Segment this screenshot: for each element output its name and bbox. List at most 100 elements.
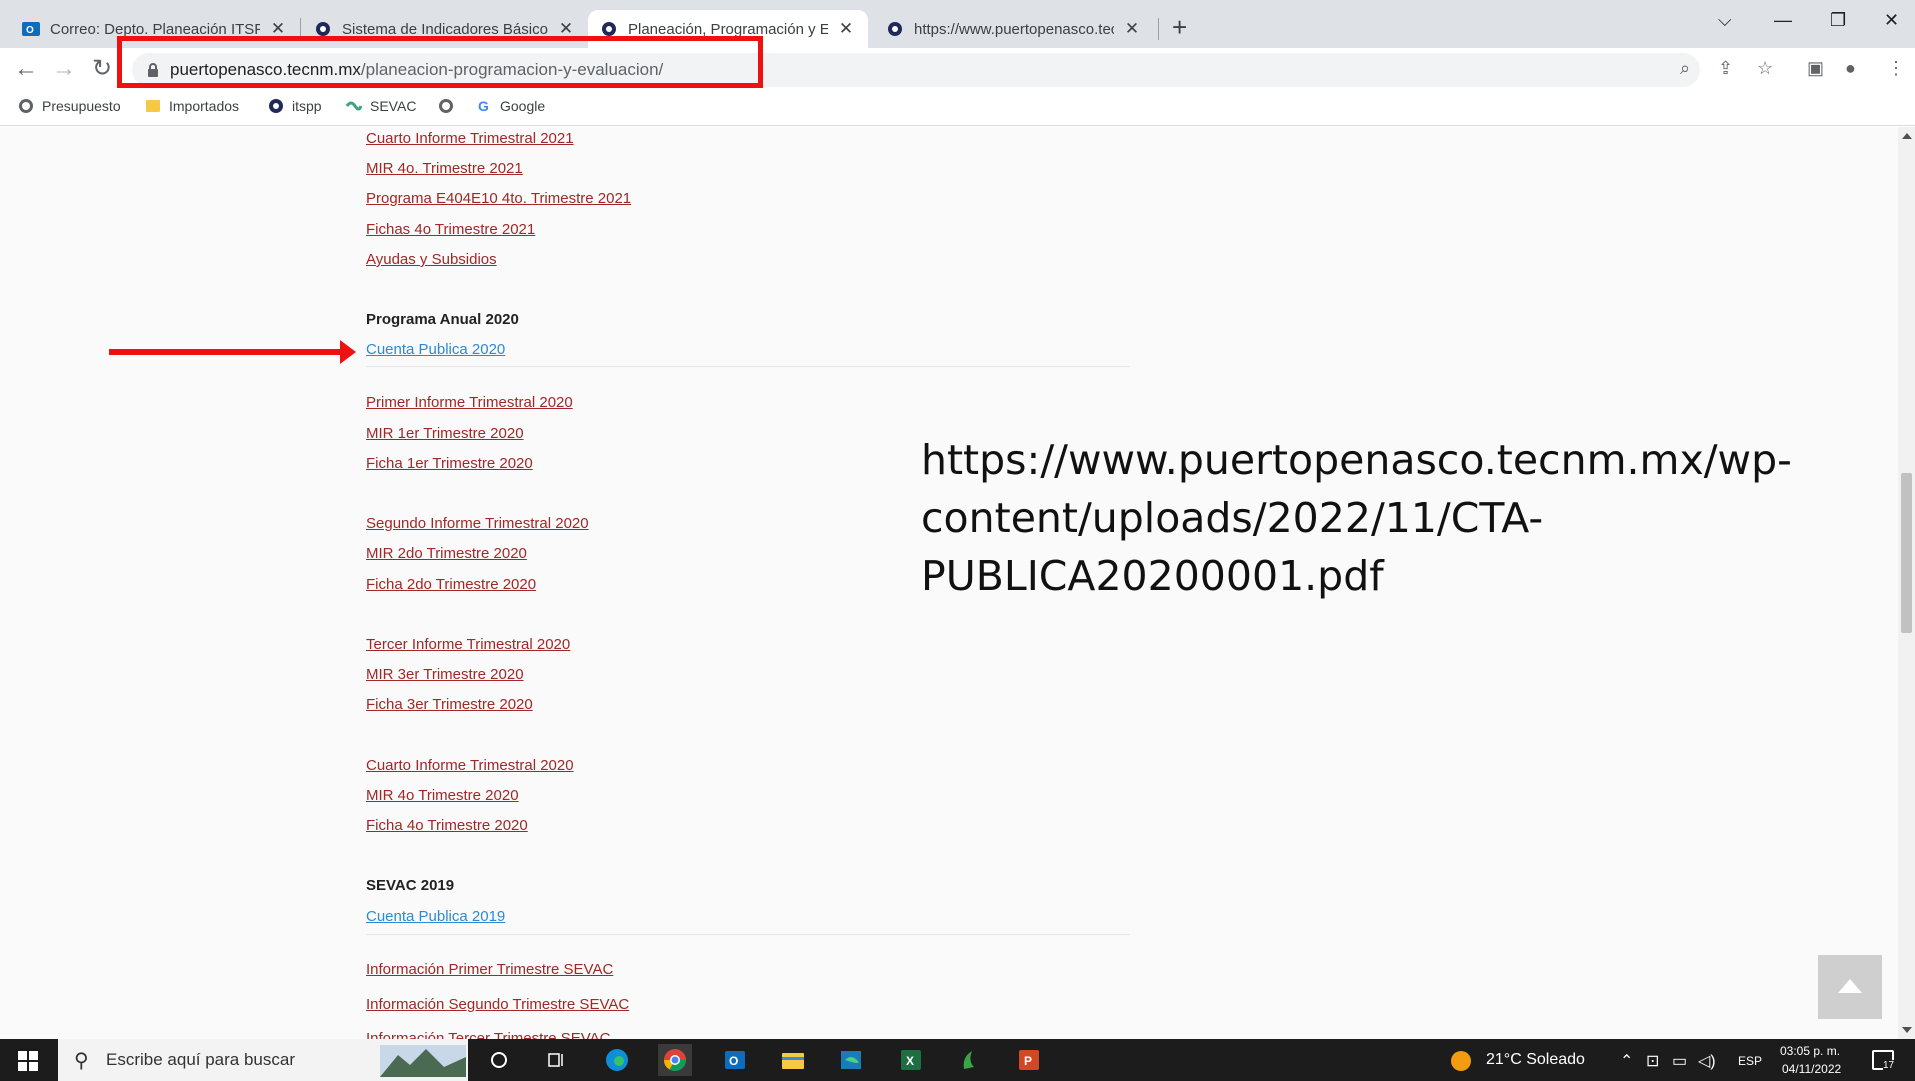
scroll-up-arrow-icon[interactable] <box>1902 133 1912 139</box>
search-highlight-scene-icon <box>380 1045 466 1077</box>
close-icon[interactable]: ✕ <box>836 19 856 39</box>
link-ficha-2do-2020[interactable]: Ficha 2do Trimestre 2020 <box>366 576 536 593</box>
clock-date[interactable]: 04/11/2022 <box>1782 1062 1841 1076</box>
link-sevac-primer-trimestre[interactable]: Información Primer Trimestre SEVAC <box>366 961 613 978</box>
bookmark-itspp[interactable]: itspp <box>268 98 322 114</box>
forward-arrow-icon[interactable]: → <box>48 54 80 86</box>
taskbar-search-box[interactable]: ⚲ Escribe aquí para buscar <box>58 1039 468 1081</box>
tab-search-chevron-icon[interactable]: ⌵ <box>1718 10 1732 31</box>
search-placeholder: Escribe aquí para buscar <box>106 1050 295 1069</box>
share-icon[interactable]: ⇪ <box>1718 58 1733 79</box>
reload-icon[interactable]: ↻ <box>86 54 118 86</box>
tab-separator <box>1158 18 1159 40</box>
section-title-sevac-2019: SEVAC 2019 <box>366 877 455 894</box>
link-cuarto-informe-2021[interactable]: Cuarto Informe Trimestral 2021 <box>366 130 574 147</box>
window-close-icon[interactable]: ✕ <box>1884 10 1899 31</box>
link-ficha-3er-2020[interactable]: Ficha 3er Trimestre 2020 <box>366 696 533 713</box>
link-ayudas-subsidios[interactable]: Ayudas y Subsidios <box>366 251 497 268</box>
link-tercer-informe-2020[interactable]: Tercer Informe Trimestral 2020 <box>366 636 570 653</box>
tab-title: https://www.puertopenasco.tecnm <box>914 20 1114 38</box>
tray-network-icon[interactable]: ⊡ <box>1646 1051 1659 1071</box>
annotation-line: PUBLICA20200001.pdf <box>921 552 1384 600</box>
sevac-logo-icon <box>346 101 362 111</box>
profile-avatar-icon[interactable]: ● <box>1845 58 1856 79</box>
bookmark-importados[interactable]: Importados <box>145 98 239 114</box>
bookmark-globe[interactable] <box>438 98 462 114</box>
link-mir-4o-2021[interactable]: MIR 4o. Trimestre 2021 <box>366 160 523 177</box>
bookmarks-bar: Presupuesto Importados itspp SEVAC G Goo… <box>0 92 1915 126</box>
notification-center-icon[interactable]: 17 <box>1872 1050 1895 1071</box>
menu-kebab-icon[interactable]: ⋮ <box>1887 58 1905 79</box>
weather-text[interactable]: 21°C Soleado <box>1486 1051 1585 1069</box>
link-ficha-1er-2020[interactable]: Ficha 1er Trimestre 2020 <box>366 455 533 472</box>
google-g-icon: G <box>478 98 489 114</box>
divider <box>366 934 1130 935</box>
bookmark-label: Google <box>500 98 546 114</box>
link-mir-1er-2020[interactable]: MIR 1er Trimestre 2020 <box>366 425 524 442</box>
annotation-line: content/uploads/2022/11/CTA- <box>921 494 1544 542</box>
tab-pdf-url[interactable]: https://www.puertopenasco.tecnm ✕ <box>874 10 1154 48</box>
link-cuarto-informe-2020[interactable]: Cuarto Informe Trimestral 2020 <box>366 757 574 774</box>
globe-icon <box>19 99 33 113</box>
svg-text:X: X <box>906 1054 914 1068</box>
back-to-top-button[interactable] <box>1818 955 1882 1019</box>
tray-chevron-icon[interactable]: ⌃ <box>1620 1051 1633 1071</box>
language-indicator[interactable]: ESP <box>1738 1054 1762 1068</box>
bookmark-label: Presupuesto <box>42 98 121 114</box>
bookmark-label: itspp <box>292 98 322 114</box>
windows-taskbar: ⚲ Escribe aquí para buscar O X P 21°C So… <box>0 1039 1915 1081</box>
minimize-icon[interactable]: — <box>1774 10 1792 31</box>
link-segundo-informe-2020[interactable]: Segundo Informe Trimestral 2020 <box>366 515 589 532</box>
weather-sun-icon[interactable] <box>1450 1050 1472 1072</box>
annotation-arrow-shaft <box>109 349 349 355</box>
excel-icon[interactable]: X <box>894 1044 928 1076</box>
link-cuenta-publica-2020[interactable]: Cuenta Publica 2020 <box>366 341 505 358</box>
green-app-icon[interactable] <box>952 1044 986 1076</box>
bookmark-star-icon[interactable]: ☆ <box>1757 58 1773 79</box>
annotation-pdf-url: https://www.puertopenasco.tecnm.mx/wp- c… <box>921 431 1821 605</box>
bookmark-sevac[interactable]: SEVAC <box>346 98 416 114</box>
bookmark-label: Importados <box>169 98 240 114</box>
link-sevac-segundo-trimestre[interactable]: Información Segundo Trimestre SEVAC <box>366 996 629 1013</box>
outlook-app-icon[interactable]: O <box>718 1044 752 1076</box>
svg-text:O: O <box>26 25 34 36</box>
tray-monitor-icon[interactable]: ▭ <box>1672 1051 1687 1071</box>
windows-start-icon[interactable] <box>18 1051 38 1071</box>
restore-icon[interactable]: ❐ <box>1830 10 1846 31</box>
gear-logo-icon <box>269 99 283 113</box>
zoom-icon[interactable]: ⌕ <box>1680 58 1690 79</box>
outlook-icon: O <box>22 22 40 36</box>
file-explorer-icon[interactable] <box>776 1044 810 1076</box>
store-app-icon[interactable] <box>834 1044 868 1076</box>
link-cuenta-publica-2019[interactable]: Cuenta Publica 2019 <box>366 908 505 925</box>
link-mir-3er-2020[interactable]: MIR 3er Trimestre 2020 <box>366 666 524 683</box>
scroll-thumb[interactable] <box>1901 473 1912 633</box>
side-panel-icon[interactable]: ▣ <box>1807 58 1824 79</box>
cortana-circle-icon[interactable] <box>482 1044 516 1076</box>
bookmark-label: SEVAC <box>370 98 417 114</box>
clock-time[interactable]: 03:05 p. m. <box>1780 1044 1840 1058</box>
edge-browser-icon[interactable] <box>600 1044 634 1076</box>
link-fichas-4o-2021[interactable]: Fichas 4o Trimestre 2021 <box>366 221 535 238</box>
tab-title: Planeación, Programación y Evalu <box>628 20 828 38</box>
powerpoint-icon[interactable]: P <box>1012 1044 1046 1076</box>
link-sevac-tercer-trimestre[interactable]: Información Tercer Trimestre SEVAC <box>366 1030 611 1039</box>
task-view-icon[interactable] <box>540 1044 574 1076</box>
link-programa-e404e10-2021[interactable]: Programa E404E10 4to. Trimestre 2021 <box>366 190 631 207</box>
bookmark-google[interactable]: G Google <box>476 98 545 114</box>
bookmark-presupuesto[interactable]: Presupuesto <box>18 98 121 114</box>
link-mir-2do-2020[interactable]: MIR 2do Trimestre 2020 <box>366 545 527 562</box>
back-arrow-icon[interactable]: ← <box>10 54 42 86</box>
new-tab-plus-icon[interactable]: + <box>1172 12 1187 43</box>
link-primer-informe-2020[interactable]: Primer Informe Trimestral 2020 <box>366 394 573 411</box>
close-icon[interactable]: ✕ <box>1122 19 1142 39</box>
page-scrollbar[interactable] <box>1898 127 1915 1039</box>
tab-title: Correo: Depto. Planeación ITSPP <box>50 20 260 38</box>
chrome-browser-icon[interactable] <box>658 1044 692 1076</box>
scroll-down-arrow-icon[interactable] <box>1902 1027 1912 1033</box>
svg-text:O: O <box>729 1054 738 1068</box>
svg-text:P: P <box>1024 1054 1032 1068</box>
link-mir-4o-2020[interactable]: MIR 4o Trimestre 2020 <box>366 787 519 804</box>
link-ficha-4o-2020[interactable]: Ficha 4o Trimestre 2020 <box>366 817 528 834</box>
tray-volume-icon[interactable]: ◁) <box>1698 1051 1716 1071</box>
